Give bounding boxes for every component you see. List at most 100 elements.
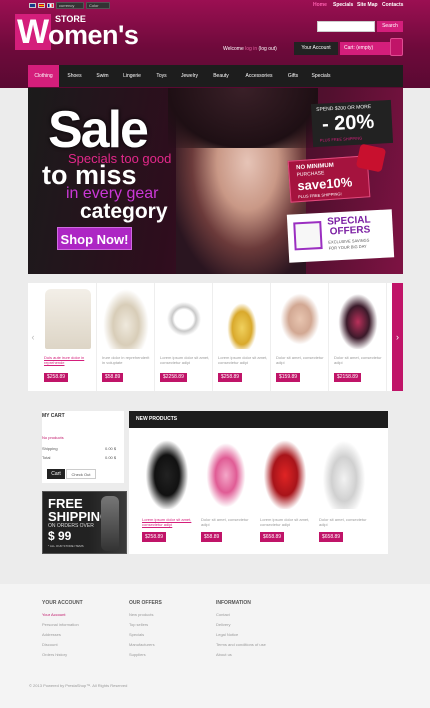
product-desc[interactable]: Duis aute irure dolor in reprehende [44, 355, 94, 365]
logo-text[interactable]: omen's [48, 20, 139, 51]
product-image-ring[interactable] [161, 289, 207, 349]
product-image-shoe[interactable] [103, 289, 149, 349]
carousel-item[interactable]: Lorem ipsum dolor sit amet, consectetur … [155, 283, 213, 391]
product-desc[interactable]: Lorem ipsum dolor sit amet, consectetur … [142, 517, 194, 527]
product-desc[interactable]: Dolor sit amet, consectetur adipi [201, 517, 253, 527]
footer-link[interactable]: Contact [216, 612, 266, 617]
currency-select[interactable]: currency [56, 2, 84, 9]
footer-link[interactable]: Terms and conditions of use [216, 642, 266, 647]
product-price: $2258.89 [160, 373, 187, 382]
footer-link[interactable]: Suppliers [129, 652, 162, 657]
product-image-swimsuit[interactable] [335, 289, 381, 349]
top-link-contacts[interactable]: Contacts [382, 2, 403, 8]
product-desc[interactable]: Lorem ipsum dolor sit amet, consectetur … [218, 355, 268, 365]
flag-fr-icon[interactable] [47, 3, 54, 8]
product-desc[interactable]: Lorem ipsum dolor sit amet, consectetur … [260, 517, 312, 527]
carousel-item[interactable]: Dolor sit amet, consectetur adipi $159.8… [271, 283, 329, 391]
promo3-line2: OFFERS [329, 224, 371, 238]
footer-link[interactable]: Specials [129, 632, 162, 637]
footer-link[interactable]: Discount [42, 642, 83, 647]
color-select[interactable]: Color [86, 2, 110, 9]
product-desc[interactable]: Dolor sit amet, consectetur adipi [276, 355, 326, 365]
cart-total-label: Total [42, 455, 51, 460]
model-figure-image [101, 496, 119, 551]
nav-item-shoes[interactable]: Shoes [59, 65, 90, 87]
shop-now-button[interactable]: Shop Now! [57, 227, 132, 250]
footer-col-title: YOUR ACCOUNT [42, 600, 83, 606]
new-product-item[interactable]: Dolor sit amet, consectetur adipi $658.8… [315, 429, 374, 554]
new-product-item[interactable]: Lorem ipsum dolor sit amet, consectetur … [256, 429, 315, 554]
product-image-white-bag[interactable] [319, 434, 369, 509]
footer-link[interactable]: Addresses [42, 632, 83, 637]
product-desc[interactable]: Lorem ipsum dolor sit amet, consectetur … [160, 355, 210, 365]
nav-item-swim[interactable]: Swim [90, 65, 115, 87]
cart-title[interactable]: MY CART [42, 413, 65, 419]
cart-total-value: 0.00 $ [105, 455, 117, 460]
carousel-item[interactable]: Duis aute irure dolor in reprehende $258… [39, 283, 97, 391]
top-link-sitemap[interactable]: Site Map [357, 2, 378, 8]
your-account-button[interactable]: Your Account [294, 42, 338, 55]
promo3-line4: FOR YOUR BIG DAY [328, 243, 367, 251]
promo2-line3: save10% [296, 174, 353, 194]
cart-button[interactable]: Cart: (empty) [340, 42, 396, 55]
checkout-button[interactable]: Check Out [66, 469, 96, 479]
footer-link[interactable]: Your Account [42, 612, 83, 617]
search-button[interactable]: Search [377, 21, 403, 32]
product-price: $258.89 [218, 373, 243, 382]
footer-col-account: YOUR ACCOUNT Your Account Personal infor… [42, 600, 83, 662]
footer-link[interactable]: New products [129, 612, 162, 617]
top-bar: currency Color Home Specials Site Map Co… [0, 0, 430, 11]
product-desc[interactable]: Dolor sit amet, consectetur adipi [319, 517, 371, 527]
top-link-home[interactable]: Home [313, 2, 327, 8]
product-image-black-top[interactable] [142, 434, 192, 509]
new-product-item[interactable]: Dolor sit amet, consectetur adipi $58.89 [197, 429, 256, 554]
login-link[interactable]: log in [245, 46, 257, 52]
nav-item-specials[interactable]: Specials [305, 65, 337, 87]
cart-view-button[interactable]: Cart [47, 469, 65, 479]
product-image-bikini[interactable] [277, 289, 323, 349]
footer-link[interactable]: Orders history [42, 652, 83, 657]
footer-col-information: INFORMATION Contact Delivery Legal Notic… [216, 600, 266, 662]
cart-shipping-label: Shipping [42, 446, 58, 451]
carousel-item[interactable]: Lorem ipsum dolor sit amet, consectetur … [213, 283, 271, 391]
hero-banner[interactable]: Sale Specials too good to miss in every … [28, 88, 403, 274]
nav-item-accessories[interactable]: Accessories [237, 65, 281, 87]
product-image-trench-coat[interactable] [45, 289, 91, 349]
product-image-red-heel[interactable] [260, 434, 310, 509]
logo-letter[interactable]: W [15, 14, 51, 50]
nav-item-beauty[interactable]: Beauty [205, 65, 237, 87]
promo1-line2: - 20% [321, 110, 375, 136]
nav-item-jewelry[interactable]: Jewelry [174, 65, 205, 87]
nav-item-clothing[interactable]: Clothing [28, 65, 59, 87]
top-link-specials[interactable]: Specials [333, 2, 353, 8]
carousel-item[interactable]: Irure dolor in reprehenderit in voluptat… [97, 283, 155, 391]
product-desc[interactable]: Dolor sit amet, consectetur adipi [334, 355, 384, 365]
footer-link[interactable]: Manufacturers [129, 642, 162, 647]
footer-link[interactable]: Personal information [42, 622, 83, 627]
search-input[interactable] [317, 21, 375, 32]
new-product-item[interactable]: Lorem ipsum dolor sit amet, consectetur … [138, 429, 197, 554]
carousel-prev-icon[interactable]: ‹ [28, 283, 38, 391]
footer-link[interactable]: About us [216, 652, 266, 657]
carousel-next-icon[interactable]: › [392, 283, 403, 391]
nav-item-lingerie[interactable]: Lingerie [115, 65, 149, 87]
footer-col-title: OUR OFFERS [129, 600, 162, 606]
flag-es-icon[interactable] [38, 3, 45, 8]
footer-link[interactable]: Top sellers [129, 622, 162, 627]
product-image-pink-perfume[interactable] [201, 434, 251, 509]
welcome-label: Welcome [223, 46, 244, 52]
new-products-title[interactable]: NEW PRODUCTS [129, 411, 388, 428]
promo1-line3: PLUS FREE SHIPPING [319, 135, 363, 143]
logout-link[interactable]: log out [260, 46, 275, 52]
product-desc[interactable]: Irure dolor in reprehenderit in voluptat… [102, 355, 152, 365]
nav-item-toys[interactable]: Toys [149, 65, 174, 87]
flag-uk-icon[interactable] [29, 3, 36, 8]
footer-link[interactable]: Legal Notice [216, 632, 266, 637]
shopping-bag-icon[interactable] [390, 38, 403, 56]
footer-link[interactable]: Delivery [216, 622, 266, 627]
carousel-item[interactable]: Dolor sit amet, consectetur adipi $2158.… [329, 283, 387, 391]
free-shipping-banner[interactable]: FREE SHIPPING ON ORDERS OVER $ 99 * ALL … [42, 491, 127, 554]
product-carousel: ‹ Duis aute irure dolor in reprehende $2… [28, 283, 403, 391]
nav-item-gifts[interactable]: Gifts [281, 65, 305, 87]
product-image-perfume[interactable] [219, 289, 265, 349]
